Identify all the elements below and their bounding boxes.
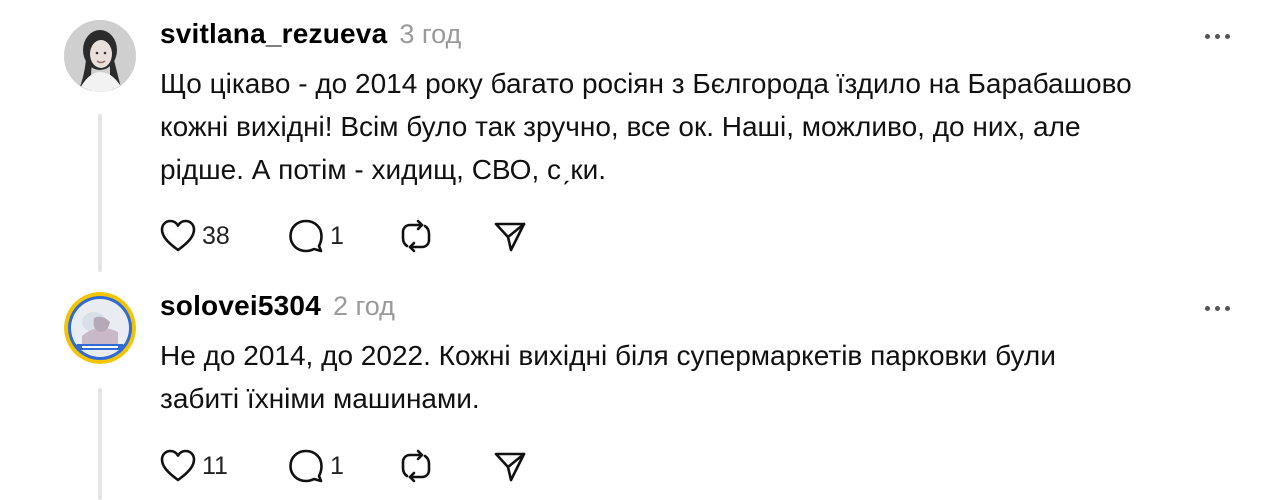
post: solovei5304 2 год Не до 2014, до 2022. К… bbox=[0, 272, 1280, 500]
thread: svitlana_rezueva 3 год Що цікаво - до 20… bbox=[0, 0, 1280, 500]
reply-count: 1 bbox=[330, 221, 344, 250]
repost-icon bbox=[401, 219, 431, 253]
more-icon[interactable] bbox=[1205, 34, 1230, 39]
timestamp[interactable]: 2 год bbox=[333, 291, 395, 322]
share-icon bbox=[494, 452, 526, 482]
post-text-line: Не до 2014, до 2022. Кожні вихідні біля … bbox=[160, 340, 1056, 371]
post-header: solovei5304 2 год bbox=[160, 290, 395, 326]
more-icon[interactable] bbox=[1205, 306, 1230, 311]
repost-icon bbox=[401, 449, 431, 483]
post-text: Не до 2014, до 2022. Кожні вихідні біля … bbox=[160, 334, 1240, 420]
reply-count: 1 bbox=[330, 451, 344, 480]
username[interactable]: solovei5304 bbox=[160, 290, 321, 322]
reply-button[interactable]: 1 bbox=[288, 446, 398, 486]
like-count: 38 bbox=[202, 221, 230, 250]
avatar[interactable] bbox=[64, 20, 136, 92]
heart-icon bbox=[160, 449, 196, 482]
share-button[interactable] bbox=[492, 216, 528, 256]
reply-icon bbox=[289, 219, 323, 253]
post-header: svitlana_rezueva 3 год bbox=[160, 18, 461, 54]
post: svitlana_rezueva 3 год Що цікаво - до 20… bbox=[0, 0, 1280, 272]
like-count: 11 bbox=[202, 451, 228, 480]
user-photo-icon bbox=[64, 20, 136, 92]
timestamp[interactable]: 3 год bbox=[399, 19, 461, 50]
post-text: Що цікаво - до 2014 року багато росіян з… bbox=[160, 62, 1240, 191]
reply-icon bbox=[289, 449, 323, 483]
post-actions: 38 1 bbox=[160, 216, 528, 256]
avatar[interactable] bbox=[64, 292, 136, 364]
share-icon bbox=[494, 222, 526, 252]
share-button[interactable] bbox=[492, 446, 528, 486]
repost-button[interactable] bbox=[398, 446, 492, 486]
user-photo-icon bbox=[64, 292, 136, 364]
post-text-line: Що цікаво - до 2014 року багато росіян з… bbox=[160, 68, 1132, 99]
repost-button[interactable] bbox=[398, 216, 492, 256]
thread-line bbox=[98, 114, 102, 272]
thread-line bbox=[98, 388, 102, 500]
reply-button[interactable]: 1 bbox=[288, 216, 398, 256]
post-text-line: забиті їхніми машинами. bbox=[160, 383, 480, 414]
heart-icon bbox=[160, 219, 196, 252]
username[interactable]: svitlana_rezueva bbox=[160, 18, 387, 50]
post-text-line: кожні вихідні! Всім було так зручно, все… bbox=[160, 111, 1081, 142]
like-button[interactable]: 38 bbox=[160, 216, 288, 256]
like-button[interactable]: 11 bbox=[160, 446, 288, 486]
post-actions: 11 1 bbox=[160, 446, 528, 486]
post-text-line: рідше. А потім - хидищ, СВО, сˏки. bbox=[160, 154, 606, 185]
